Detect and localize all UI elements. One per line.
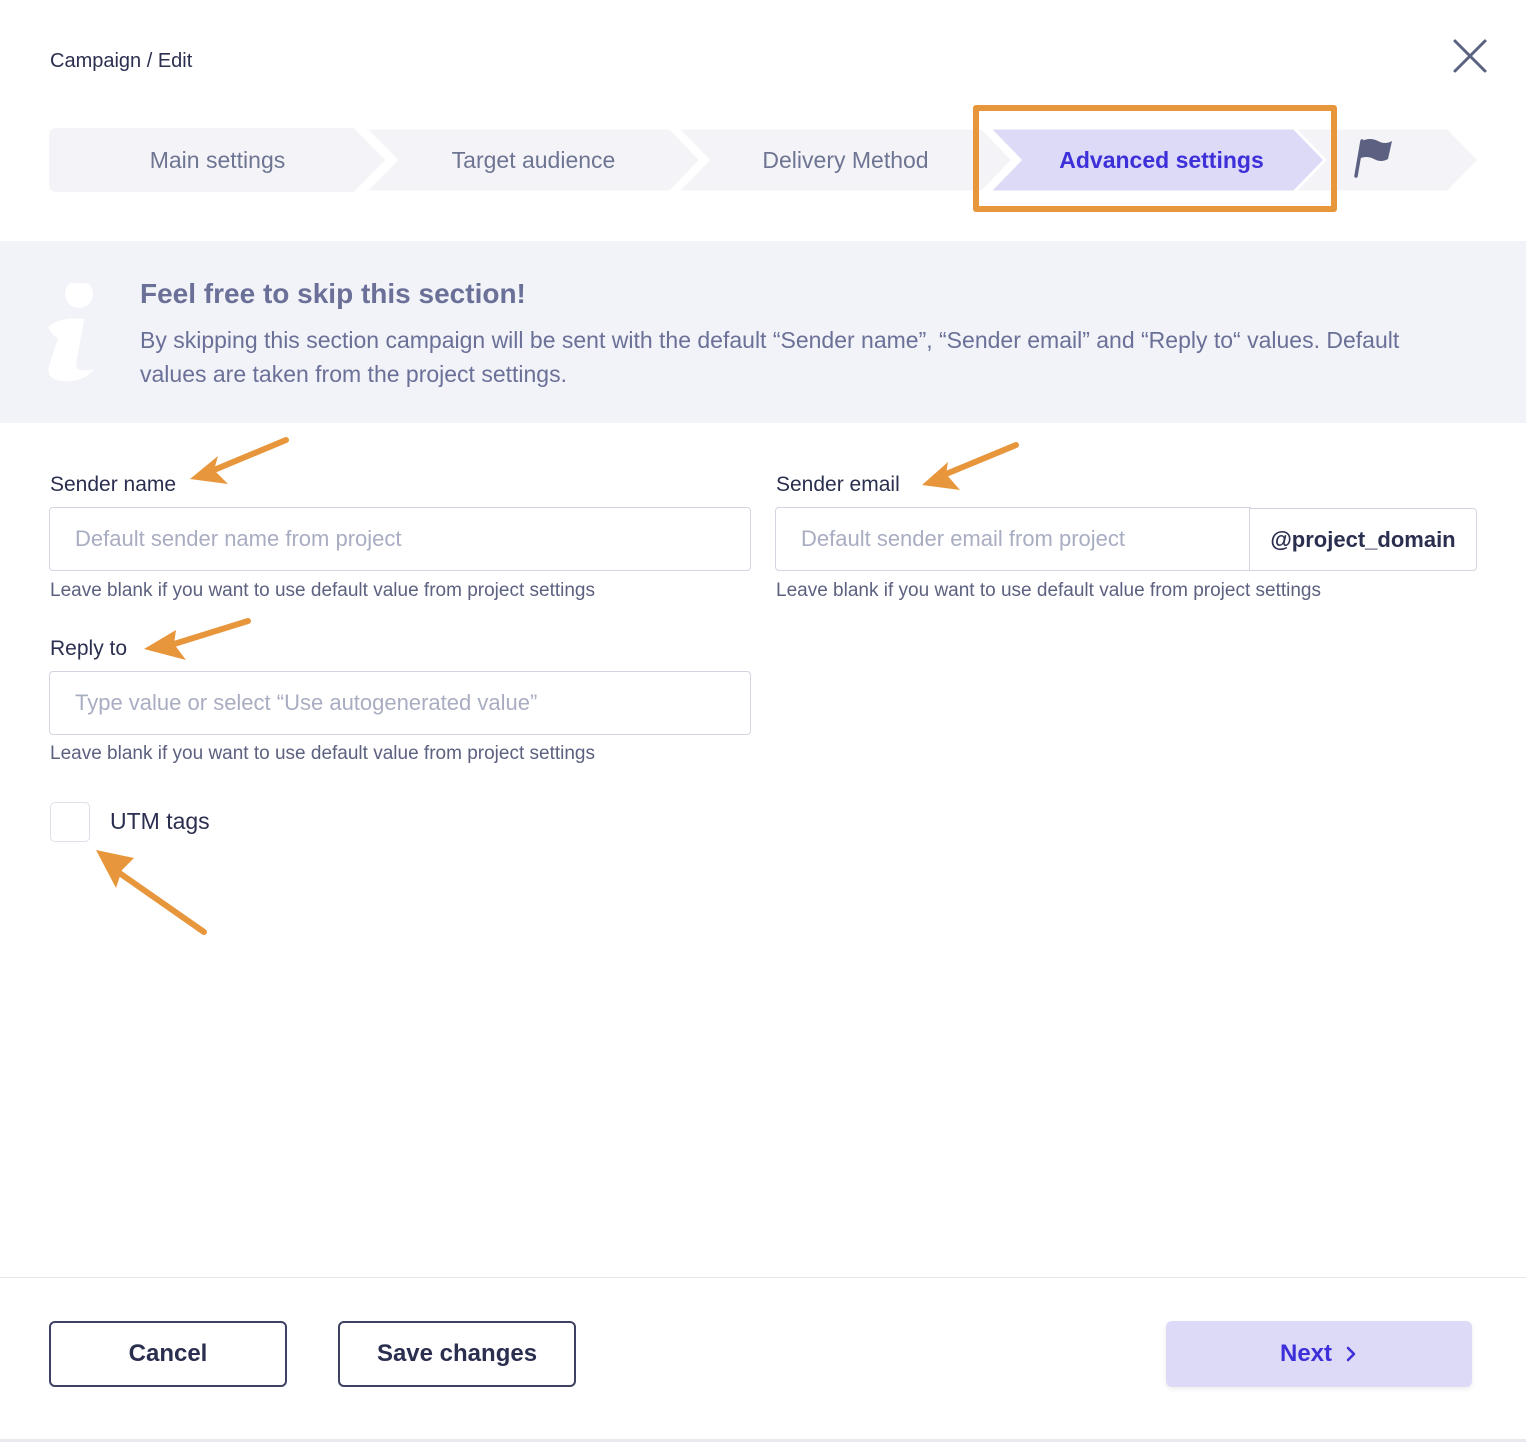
cancel-button[interactable]: Cancel — [49, 1321, 287, 1387]
sender-name-label: Sender name — [50, 473, 177, 496]
reply-to-input[interactable] — [49, 671, 751, 735]
footer-divider — [0, 1277, 1526, 1278]
reply-to-help: Leave blank if you want to use default v… — [50, 743, 595, 764]
info-text: By skipping this section campaign will b… — [140, 327, 1400, 387]
sender-name-input[interactable] — [49, 507, 751, 571]
breadcrumb: Campaign / Edit — [50, 50, 193, 72]
step-advanced-settings[interactable]: Advanced settings — [989, 128, 1326, 192]
info-banner: Feel free to skip this section! By skipp… — [0, 241, 1526, 423]
annotation-arrow-sender-name — [190, 437, 289, 484]
annotation-arrow-utm-tags — [96, 850, 207, 935]
annotation-arrow-sender-email — [922, 442, 1019, 490]
flag-icon — [1350, 135, 1394, 185]
step-delivery-method[interactable]: Delivery Method — [677, 128, 1014, 192]
step-label: Target audience — [451, 146, 616, 173]
sender-email-input[interactable] — [775, 507, 1251, 571]
close-icon — [1453, 39, 1487, 73]
sender-email-help: Leave blank if you want to use default v… — [776, 580, 1321, 601]
step-main-settings[interactable]: Main settings — [49, 128, 386, 192]
step-navigation: Main settings Target audience Delivery M… — [49, 128, 1479, 192]
chevron-right-icon — [1344, 1344, 1358, 1364]
sender-email-domain-addon: @project_domain — [1249, 508, 1477, 571]
step-label: Main settings — [149, 146, 286, 173]
next-button[interactable]: Next — [1166, 1321, 1472, 1387]
info-icon — [48, 283, 94, 382]
reply-to-label: Reply to — [50, 637, 128, 660]
utm-tags-checkbox[interactable] — [50, 802, 90, 842]
sender-name-help: Leave blank if you want to use default v… — [50, 580, 595, 601]
utm-tags-label[interactable]: UTM tags — [110, 808, 210, 835]
sender-email-label: Sender email — [776, 473, 900, 496]
info-title: Feel free to skip this section! — [140, 278, 526, 309]
save-changes-button[interactable]: Save changes — [338, 1321, 576, 1387]
close-button[interactable] — [1448, 34, 1492, 78]
annotation-arrow-reply-to — [144, 618, 251, 660]
step-target-audience[interactable]: Target audience — [365, 128, 702, 192]
step-label: Advanced settings — [1059, 146, 1264, 173]
step-label: Delivery Method — [762, 146, 929, 173]
next-button-label: Next — [1279, 1340, 1333, 1367]
